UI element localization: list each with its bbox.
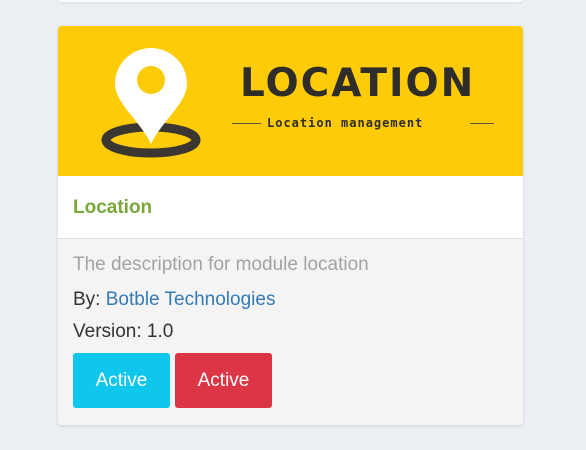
plugin-title-bar: Location xyxy=(58,176,523,239)
plugin-version: Version: 1.0 xyxy=(73,321,174,342)
deactivate-button[interactable]: Active xyxy=(175,353,272,408)
banner-title: LOCATION xyxy=(240,61,476,106)
activate-button[interactable]: Active xyxy=(73,353,170,408)
plugin-card: LOCATION Location management Location Th… xyxy=(58,26,523,425)
plugin-description: The description for module location xyxy=(73,254,369,275)
banner-divider-right xyxy=(470,123,494,124)
author-link[interactable]: Botble Technologies xyxy=(106,289,276,310)
banner-subtitle: Location management xyxy=(267,116,424,130)
plugin-title: Location xyxy=(73,197,153,218)
previous-card-edge xyxy=(58,0,523,2)
plugin-author: By: Botble Technologies xyxy=(73,289,275,311)
banner-divider-left xyxy=(232,123,261,124)
plugin-banner: LOCATION Location management xyxy=(58,26,523,176)
author-prefix: By: xyxy=(73,289,101,310)
